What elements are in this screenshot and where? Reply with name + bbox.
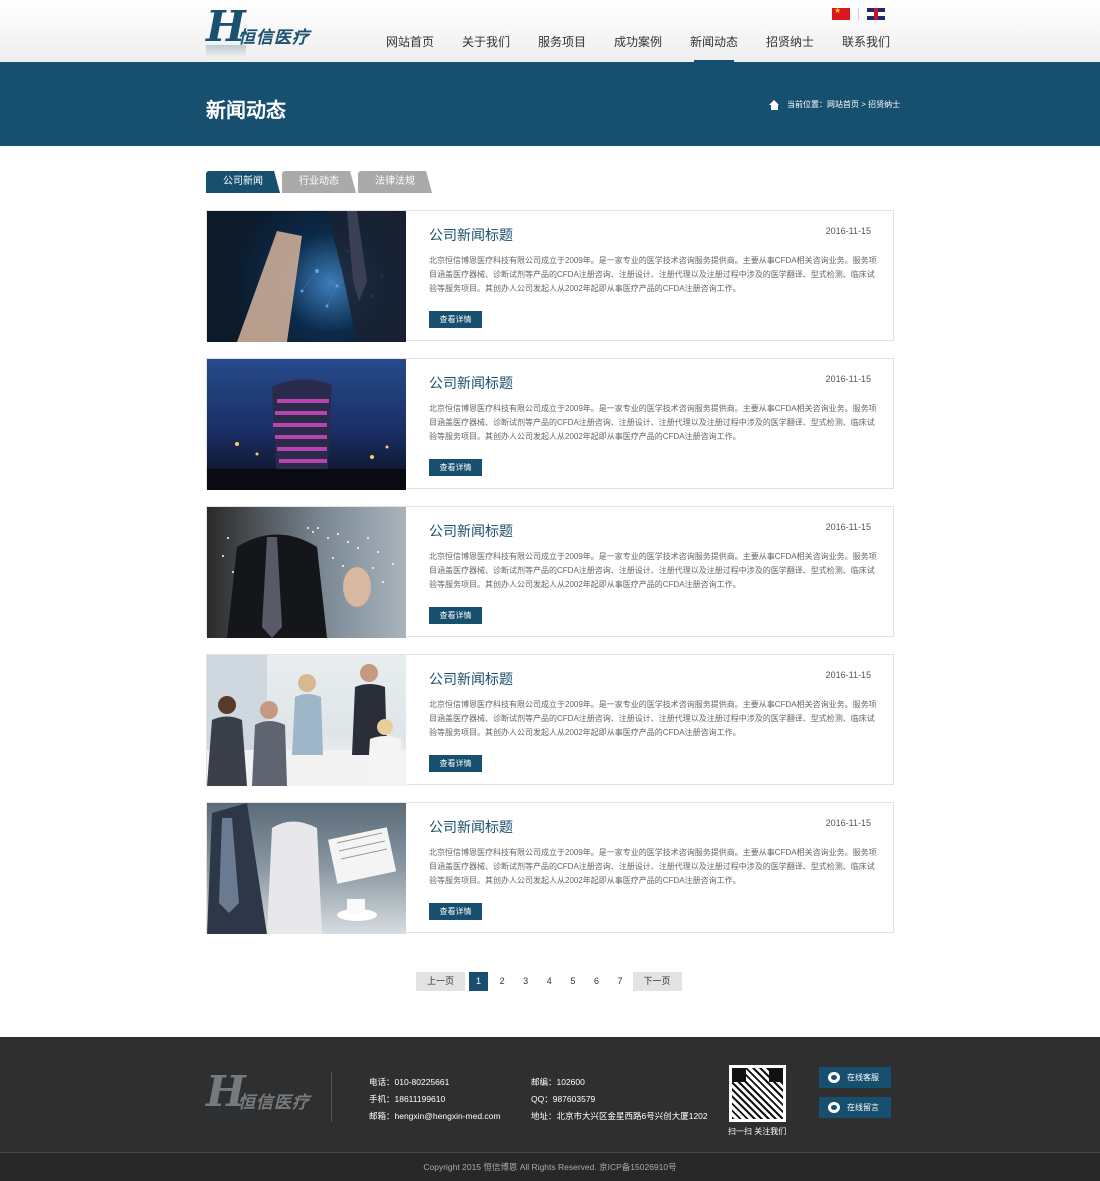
contact-phone: 电话：010-80225661 [369,1077,450,1087]
news-summary: 北京恒信博恩医疗科技有限公司成立于2009年。是一家专业的医学技术咨询服务提供商… [429,848,877,885]
leave-message-label: 在线留言 [847,1103,879,1112]
headset-icon [828,1072,840,1083]
news-item: 公司新闻标题 2016-11-15 北京恒信博恩医疗科技有限公司成立于2009年… [206,802,894,934]
view-details-button[interactable]: 查看详情 [429,755,482,772]
footer-logo-text: 恒信医疗 [238,1093,310,1112]
view-details-button[interactable]: 查看详情 [429,607,482,624]
news-date: 2016-11-15 [825,374,871,384]
news-date: 2016-11-15 [825,818,871,828]
page-number[interactable]: 4 [540,972,559,991]
tab-laws-regulations[interactable]: 法律法规 [358,171,432,193]
news-title[interactable]: 公司新闻标题 [429,669,513,689]
online-service-button[interactable]: 在线客服 [819,1067,891,1088]
china-flag-icon[interactable] [832,6,850,20]
prev-page-button[interactable]: 上一页 [416,972,465,991]
breadcrumb: 当前位置：网站首页 > 招贤纳士 [769,99,900,110]
news-title[interactable]: 公司新闻标题 [429,521,513,541]
page-number[interactable]: 2 [493,972,512,991]
pagination: 上一页 1 2 3 4 5 6 7 下一页 [416,972,682,991]
language-switcher [832,6,885,20]
online-service-label: 在线客服 [847,1073,879,1082]
page-number[interactable]: 5 [563,972,582,991]
news-item: 公司新闻标题 2016-11-15 北京恒信博恩医疗科技有限公司成立于2009年… [206,654,894,786]
flag-divider [858,8,859,20]
nav-item-cases[interactable]: 成功案例 [600,34,676,62]
leave-message-button[interactable]: 在线留言 [819,1097,891,1118]
qr-caption: 扫一扫 关注我们 [728,1127,787,1136]
news-title[interactable]: 公司新闻标题 [429,373,513,393]
page-banner: 新闻动态 当前位置：网站首页 > 招贤纳士 [0,62,1100,146]
contact-postcode: 邮编：102600 [531,1077,585,1087]
page-number[interactable]: 3 [516,972,535,991]
footer-logo: H 恒信医疗 [206,1070,310,1126]
tab-industry-news[interactable]: 行业动态 [282,171,356,193]
contact-info-right: 邮编：102600 QQ：987603579 地址：北京市大兴区金星西路6号兴创… [531,1074,708,1125]
news-thumbnail[interactable] [207,507,406,638]
view-details-button[interactable]: 查看详情 [429,903,482,920]
view-details-button[interactable]: 查看详情 [429,311,482,328]
nav-item-services[interactable]: 服务项目 [524,34,600,62]
footer-divider [331,1072,332,1122]
site-logo[interactable]: H 恒信医疗 [206,5,316,59]
uk-flag-icon[interactable] [867,8,885,20]
contact-email[interactable]: 邮箱：hengxin@hengxin-med.com [369,1108,500,1125]
news-date: 2016-11-15 [825,670,871,680]
news-list: 公司新闻标题 2016-11-15 北京恒信博恩医疗科技有限公司成立于2009年… [206,210,894,950]
nav-item-careers[interactable]: 招贤纳士 [752,34,828,62]
contact-info-left: 电话：010-80225661 手机：18611199610 邮箱：hengxi… [369,1074,500,1125]
next-page-button[interactable]: 下一页 [632,972,682,991]
logo-text: 恒信医疗 [238,28,310,47]
news-summary: 北京恒信博恩医疗科技有限公司成立于2009年。是一家专业的医学技术咨询服务提供商… [429,552,877,589]
site-header: H 恒信医疗 网站首页 关于我们 服务项目 成功案例 新闻动态 招贤纳士 联系我… [0,0,1100,62]
page-number[interactable]: 7 [611,972,630,991]
news-item: 公司新闻标题 2016-11-15 北京恒信博恩医疗科技有限公司成立于2009年… [206,506,894,638]
news-item: 公司新闻标题 2016-11-15 北京恒信博恩医疗科技有限公司成立于2009年… [206,210,894,342]
news-thumbnail[interactable] [207,211,406,342]
news-thumbnail[interactable] [207,359,406,490]
contact-mobile: 手机：18611199610 [369,1094,446,1104]
news-date: 2016-11-15 [825,522,871,532]
qr-code [729,1065,786,1122]
contact-address: 地址：北京市大兴区金星西路6号兴创大厦1202 [531,1111,708,1121]
news-item: 公司新闻标题 2016-11-15 北京恒信博恩医疗科技有限公司成立于2009年… [206,358,894,490]
tab-company-news[interactable]: 公司新闻 [206,171,280,193]
contact-qq: QQ：987603579 [531,1094,596,1104]
news-thumbnail[interactable] [207,803,406,934]
news-category-tabs: 公司新闻 行业动态 法律法规 [206,171,432,193]
news-thumbnail[interactable] [207,655,406,786]
nav-item-news[interactable]: 新闻动态 [676,34,752,62]
copyright: Copyright 2015 恒信博恩 All Rights Reserved.… [0,1152,1100,1181]
breadcrumb-text[interactable]: 当前位置：网站首页 > 招贤纳士 [787,99,900,110]
news-title[interactable]: 公司新闻标题 [429,817,513,837]
nav-item-about[interactable]: 关于我们 [448,34,524,62]
chat-bubble-icon [828,1102,840,1113]
main-nav: 网站首页 关于我们 服务项目 成功案例 新闻动态 招贤纳士 联系我们 [372,34,904,62]
page-number[interactable]: 6 [587,972,606,991]
news-date: 2016-11-15 [825,226,871,236]
home-icon [769,99,780,110]
news-summary: 北京恒信博恩医疗科技有限公司成立于2009年。是一家专业的医学技术咨询服务提供商… [429,256,877,293]
nav-item-contact[interactable]: 联系我们 [828,34,904,62]
news-title[interactable]: 公司新闻标题 [429,225,513,245]
nav-item-home[interactable]: 网站首页 [372,34,448,62]
news-summary: 北京恒信博恩医疗科技有限公司成立于2009年。是一家专业的医学技术咨询服务提供商… [429,700,877,737]
view-details-button[interactable]: 查看详情 [429,459,482,476]
page-title: 新闻动态 [206,100,286,122]
page-number-current[interactable]: 1 [469,972,488,991]
site-footer: H 恒信医疗 电话：010-80225661 手机：18611199610 邮箱… [0,1037,1100,1181]
news-summary: 北京恒信博恩医疗科技有限公司成立于2009年。是一家专业的医学技术咨询服务提供商… [429,404,877,441]
